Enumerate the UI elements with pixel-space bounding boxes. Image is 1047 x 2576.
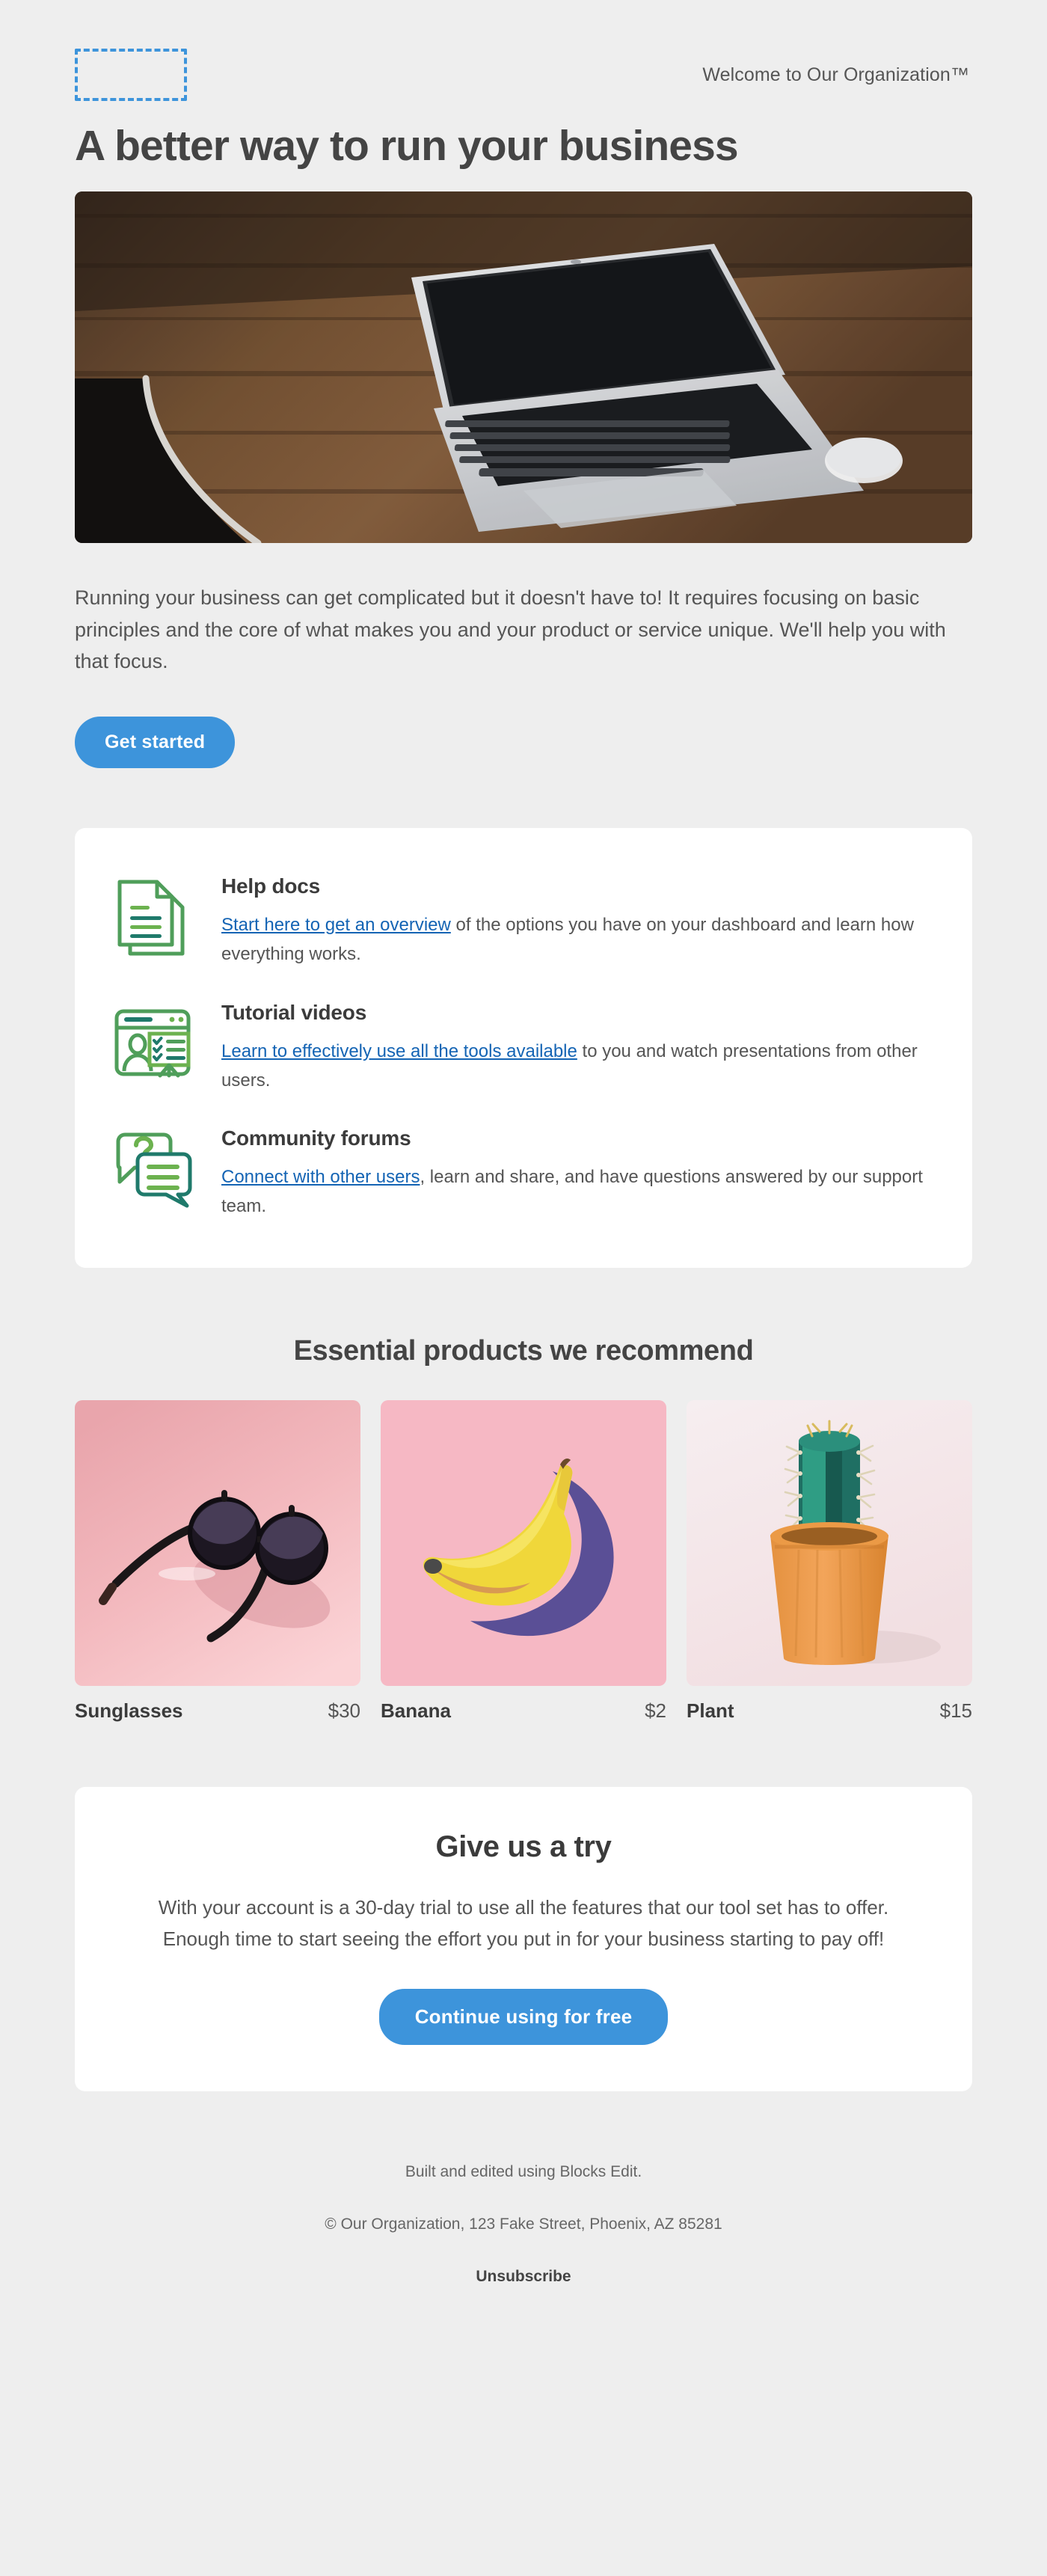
unsubscribe-link[interactable]: Unsubscribe [476, 2268, 571, 2285]
feature-title: Community forums [221, 1126, 411, 1150]
feature-text: Connect with other users, learn and shar… [221, 1163, 938, 1221]
cta-text: With your account is a 30-day trial to u… [158, 1896, 889, 1950]
product-price: $30 [328, 1699, 360, 1723]
feature-title: Help docs [221, 874, 321, 898]
feature-row-help-docs: Help docs Start here to get an overview … [109, 859, 938, 986]
feature-text: Learn to effectively use all the tools a… [221, 1037, 938, 1096]
feature-body: Community forums Connect with other user… [221, 1125, 938, 1221]
header-tagline: Welcome to Our Organization™ [702, 64, 969, 85]
product-image-banana [381, 1400, 666, 1687]
hero-body-text: Running your business can get complicate… [75, 586, 946, 673]
cta-title: Give us a try [435, 1830, 612, 1864]
feature-link[interactable]: Start here to get an overview [221, 915, 451, 935]
product-meta: Sunglasses $30 [75, 1699, 360, 1723]
product-name: Sunglasses [75, 1699, 183, 1723]
presentation-video-icon [109, 999, 196, 1089]
hero-image [75, 191, 972, 543]
product-image-plant [687, 1400, 972, 1687]
feature-row-community-forums: Community forums Connect with other user… [109, 1111, 938, 1238]
product-name: Plant [687, 1699, 734, 1723]
feature-title: Tutorial videos [221, 1000, 367, 1024]
products-section-title: Essential products we recommend [293, 1335, 754, 1367]
email-footer: Built and edited using Blocks Edit. © Ou… [75, 2091, 972, 2338]
products-grid: Sunglasses $30 Banana $2 Plant $15 [75, 1400, 972, 1723]
email-header: Welcome to Our Organization™ [75, 0, 972, 101]
feature-body: Tutorial videos Learn to effectively use… [221, 999, 938, 1096]
chat-bubbles-icon [109, 1125, 196, 1215]
product-card-banana[interactable]: Banana $2 [381, 1400, 666, 1723]
product-name: Banana [381, 1699, 451, 1723]
footer-copyright-line: © Our Organization, 123 Fake Street, Pho… [325, 2215, 722, 2233]
documents-icon [109, 873, 196, 963]
resources-card: Help docs Start here to get an overview … [75, 827, 972, 1269]
email-page: Welcome to Our Organization™ A better wa… [0, 0, 1047, 2576]
feature-link[interactable]: Learn to effectively use all the tools a… [221, 1041, 577, 1061]
product-meta: Banana $2 [381, 1699, 666, 1723]
trial-cta-card: Give us a try With your account is a 30-… [75, 1787, 972, 2092]
feature-link[interactable]: Connect with other users [221, 1167, 420, 1187]
feature-body: Help docs Start here to get an overview … [221, 873, 938, 969]
product-price: $15 [939, 1699, 972, 1723]
product-card-sunglasses[interactable]: Sunglasses $30 [75, 1400, 360, 1723]
hero-cta-row: Get started [75, 716, 972, 768]
feature-text: Start here to get an overview of the opt… [221, 911, 938, 969]
footer-built-line: Built and edited using Blocks Edit. [405, 2163, 642, 2181]
product-meta: Plant $15 [687, 1699, 972, 1723]
product-price: $2 [645, 1699, 666, 1723]
get-started-button[interactable]: Get started [75, 716, 236, 768]
page-title: A better way to run your business [75, 122, 739, 170]
feature-row-tutorial-videos: Tutorial videos Learn to effectively use… [109, 986, 938, 1112]
product-card-plant[interactable]: Plant $15 [687, 1400, 972, 1723]
product-image-sunglasses [75, 1400, 360, 1687]
continue-free-button[interactable]: Continue using for free [378, 1989, 669, 2046]
logo-placeholder[interactable] [75, 49, 187, 101]
